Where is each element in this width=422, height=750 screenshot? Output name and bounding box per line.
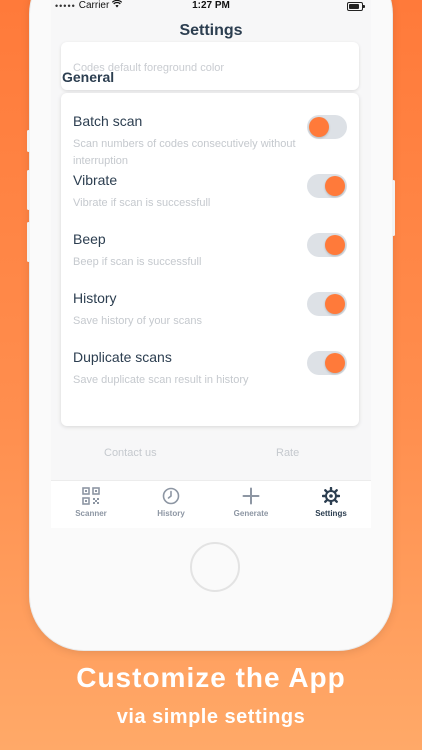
- clock-icon: [131, 487, 211, 509]
- volume-up-button: [27, 170, 30, 210]
- setting-title: Vibrate: [73, 172, 118, 188]
- battery-icon: [347, 2, 365, 11]
- status-bar: ••••• Carrier 1:27 PM: [51, 0, 371, 14]
- tab-bar: Scanner History Generate Settings: [51, 480, 371, 528]
- general-settings-card: Batch scan Scan numbers of codes consecu…: [61, 93, 359, 426]
- toggle-knob: [325, 176, 345, 196]
- app-screen: ••••• Carrier 1:27 PM Settings Codes def…: [51, 0, 371, 528]
- promo-headline: Customize the App: [76, 662, 346, 693]
- vibrate-toggle[interactable]: [307, 174, 347, 198]
- batch-scan-toggle[interactable]: [307, 115, 347, 139]
- power-button: [392, 180, 395, 236]
- setting-title: Duplicate scans: [73, 349, 172, 365]
- gear-icon: [291, 486, 371, 509]
- home-button[interactable]: [190, 542, 240, 592]
- setting-row-vibrate: Vibrate Vibrate if scan is successfull: [73, 171, 347, 212]
- tab-label: Scanner: [75, 509, 107, 518]
- toggle-knob: [325, 235, 345, 255]
- tab-label: Generate: [233, 509, 269, 518]
- setting-description: Scan numbers of codes consecutively with…: [73, 138, 296, 167]
- setting-description: Save duplicate scan result in history: [73, 374, 249, 386]
- tab-history[interactable]: History: [131, 487, 211, 518]
- setting-description: Save history of your scans: [73, 315, 203, 327]
- tab-label: History: [157, 509, 185, 518]
- setting-row-beep: Beep Beep if scan is successfull: [73, 230, 347, 271]
- setting-title: History: [73, 290, 117, 306]
- page-title: Settings: [179, 22, 243, 39]
- rate-link[interactable]: Rate: [276, 447, 299, 459]
- tab-label: Settings: [315, 509, 347, 518]
- mute-switch: [27, 130, 30, 152]
- plus-icon: [211, 487, 291, 509]
- beep-toggle[interactable]: [307, 233, 347, 257]
- tab-scanner[interactable]: Scanner: [51, 487, 131, 518]
- toggle-knob: [325, 353, 345, 373]
- setting-row-batch-scan: Batch scan Scan numbers of codes consecu…: [73, 112, 347, 170]
- history-toggle[interactable]: [307, 292, 347, 316]
- toggle-knob: [309, 117, 329, 137]
- tab-generate[interactable]: Generate: [211, 487, 291, 518]
- duplicate-scans-toggle[interactable]: [307, 351, 347, 375]
- setting-row-duplicate-scans: Duplicate scans Save duplicate scan resu…: [73, 348, 347, 389]
- qr-code-icon: [51, 487, 131, 509]
- section-title-general: General: [62, 69, 115, 85]
- tab-settings[interactable]: Settings: [291, 486, 371, 518]
- setting-description: Vibrate if scan is successfull: [73, 197, 211, 209]
- setting-title: Batch scan: [73, 113, 143, 129]
- setting-description: Beep if scan is successfull: [73, 256, 202, 268]
- status-time: 1:27 PM: [192, 0, 230, 11]
- volume-down-button: [27, 222, 30, 262]
- phone-frame: ••••• Carrier 1:27 PM Settings Codes def…: [27, 0, 395, 650]
- setting-row-history: History Save history of your scans: [73, 289, 347, 330]
- contact-us-link[interactable]: Contact us: [104, 447, 157, 459]
- setting-title: Beep: [73, 231, 106, 247]
- promo-subheadline: via simple settings: [116, 706, 306, 728]
- toggle-knob: [325, 294, 345, 314]
